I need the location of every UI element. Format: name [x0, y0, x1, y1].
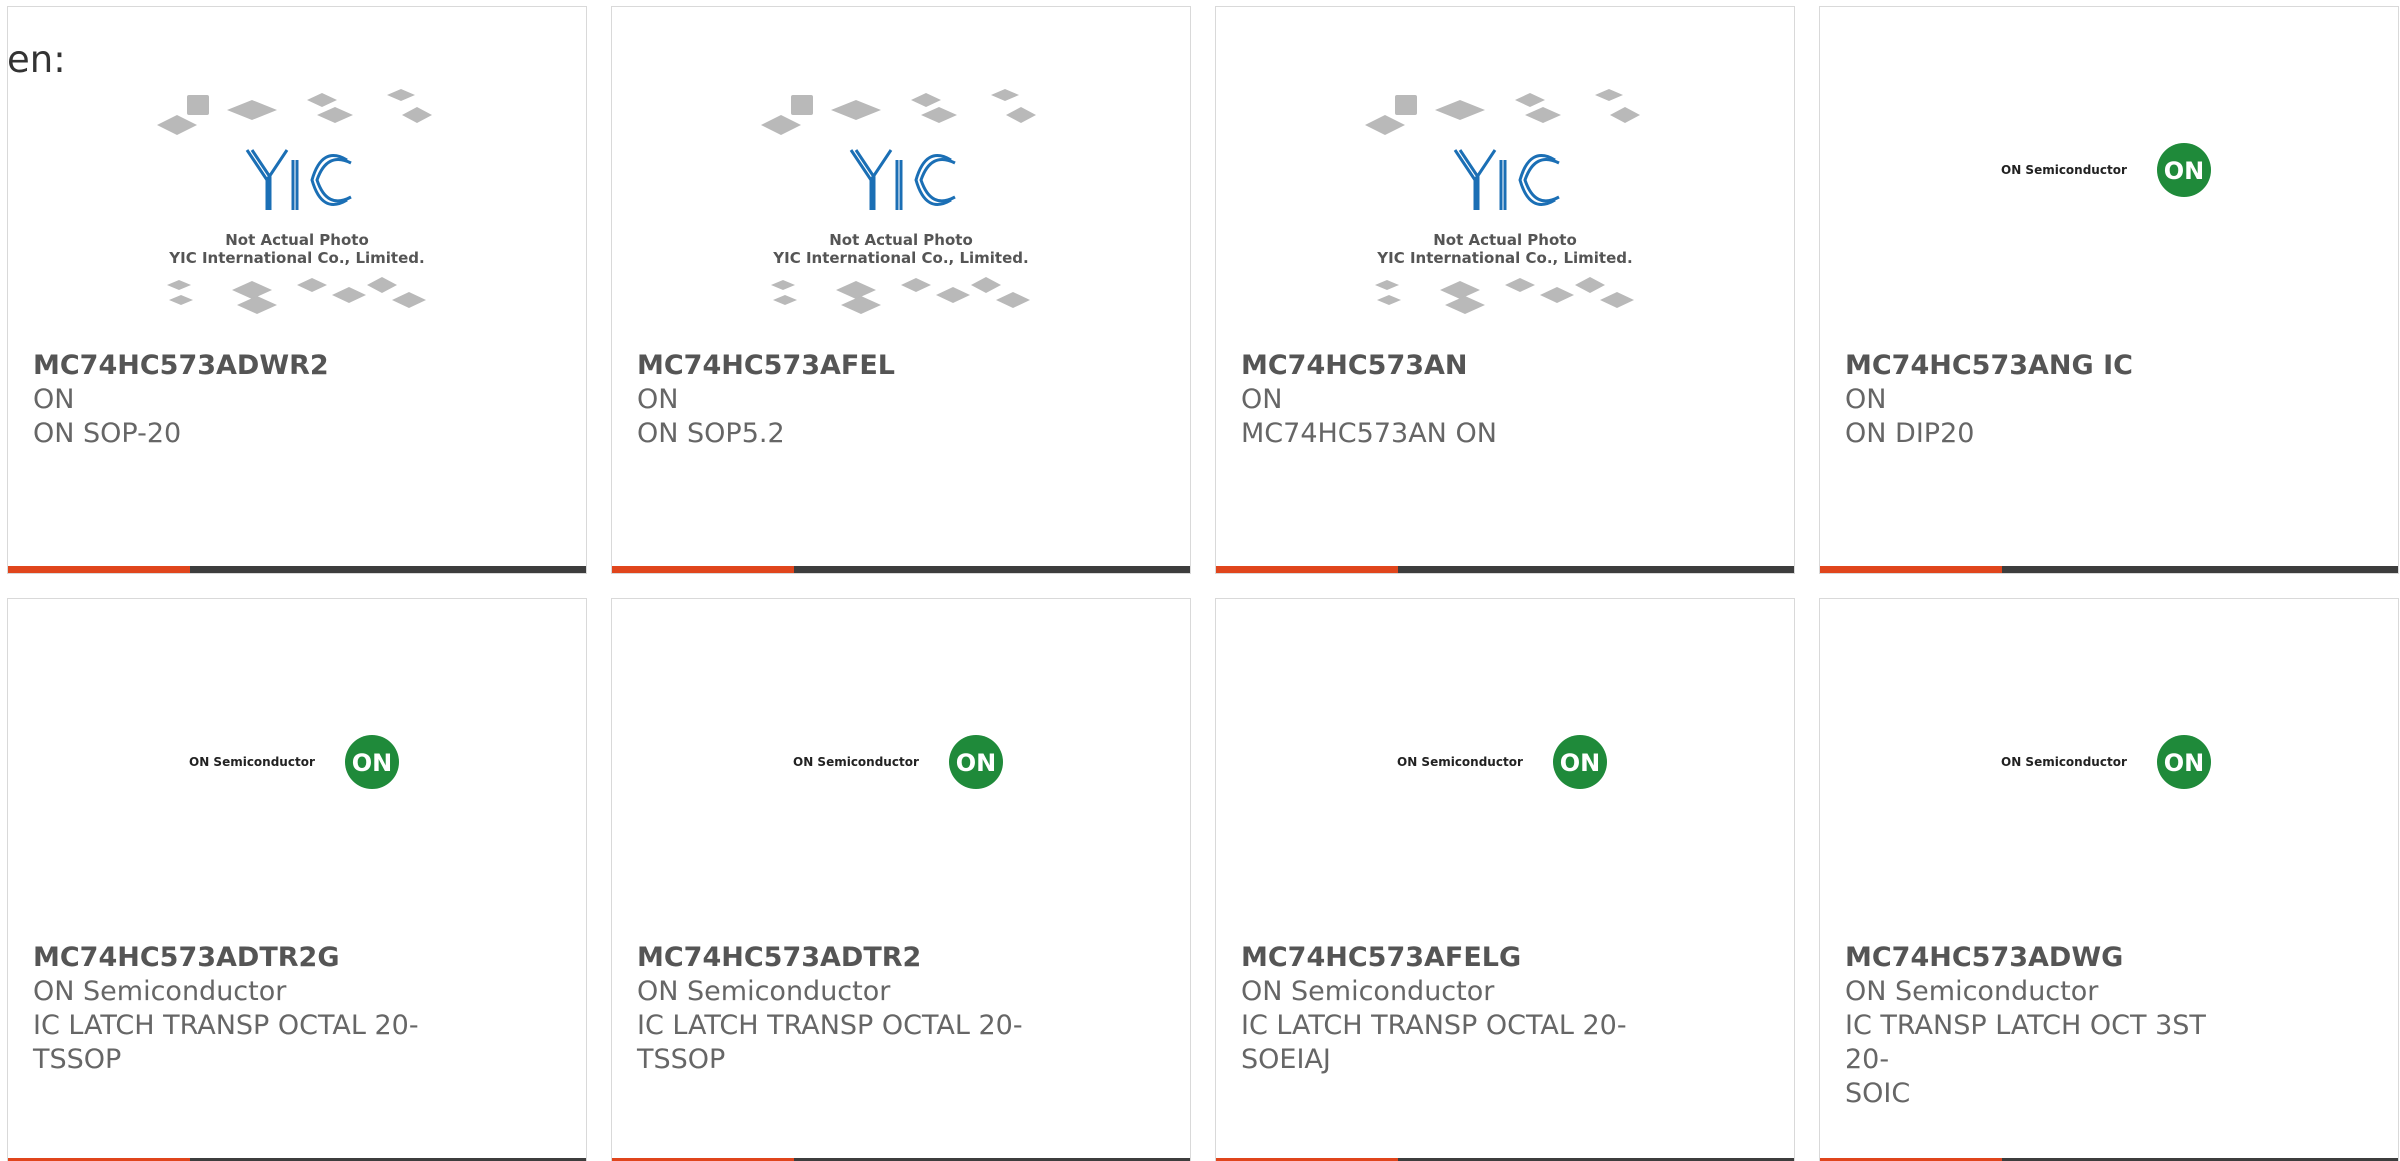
product-description-cont: SOIC	[1845, 1078, 1911, 1109]
language-label: en:	[7, 38, 66, 81]
on-badge: ON	[2164, 749, 2205, 777]
product-image[interactable]: ON Semiconductor ON	[1216, 599, 1794, 944]
product-title[interactable]: MC74HC573ANG IC	[1845, 349, 2245, 383]
on-badge: ON	[1560, 749, 1601, 777]
on-semiconductor-logo: ON Semiconductor ON	[793, 734, 1003, 789]
product-image[interactable]: Not Actual Photo YIC International Co., …	[1216, 7, 1794, 352]
product-title[interactable]: MC74HC573AFEL	[637, 349, 1037, 383]
product-description: ON DIP20	[1845, 418, 1975, 449]
product-grid: Not Actual Photo YIC International Co., …	[7, 6, 2400, 1161]
product-title[interactable]: MC74HC573AN	[1241, 349, 1641, 383]
card-bottom-accent	[8, 566, 190, 573]
product-title[interactable]: MC74HC573ADWG	[1845, 941, 2245, 975]
product-card[interactable]: Not Actual Photo YIC International Co., …	[1215, 6, 1795, 574]
yic-placeholder-image: Not Actual Photo YIC International Co., …	[157, 88, 432, 314]
placeholder-line2: YIC International Co., Limited.	[1376, 249, 1632, 267]
on-wordmark: ON Semiconductor	[793, 755, 919, 769]
product-image[interactable]: ON Semiconductor ON	[1820, 599, 2398, 944]
placeholder-line1: Not Actual Photo	[225, 231, 369, 249]
placeholder-line2: YIC International Co., Limited.	[168, 249, 424, 267]
product-card[interactable]: ON Semiconductor ON MC74HC573ANG IC ON O…	[1819, 6, 2399, 574]
product-description: IC LATCH TRANSP OCTAL 20-	[33, 1010, 419, 1041]
on-wordmark: ON Semiconductor	[189, 755, 315, 769]
product-image[interactable]: ON Semiconductor ON	[1820, 7, 2398, 352]
product-description: IC TRANSP LATCH OCT 3ST 20-	[1845, 1010, 2206, 1075]
product-info: MC74HC573AFELG ON Semiconductor IC LATCH…	[1241, 941, 1641, 1077]
product-manufacturer: ON	[637, 384, 679, 415]
product-card[interactable]: ON Semiconductor ON MC74HC573ADTR2G ON S…	[7, 598, 587, 1161]
product-card[interactable]: ON Semiconductor ON MC74HC573AFELG ON Se…	[1215, 598, 1795, 1161]
product-description-cont: SOEIAJ	[1241, 1044, 1331, 1075]
product-title[interactable]: MC74HC573AFELG	[1241, 941, 1641, 975]
product-manufacturer: ON	[33, 384, 75, 415]
product-info: MC74HC573ADTR2 ON Semiconductor IC LATCH…	[637, 941, 1037, 1077]
card-bottom-accent	[1216, 566, 1398, 573]
product-manufacturer: ON Semiconductor	[33, 976, 287, 1007]
product-card[interactable]: Not Actual Photo YIC International Co., …	[7, 6, 587, 574]
yic-placeholder-image: Not Actual Photo YIC International Co., …	[761, 88, 1036, 314]
placeholder-line1: Not Actual Photo	[1433, 231, 1577, 249]
on-wordmark: ON Semiconductor	[1397, 755, 1523, 769]
product-info: MC74HC573ANG IC ON ON DIP20	[1845, 349, 2245, 451]
product-info: MC74HC573ADWR2 ON ON SOP-20	[33, 349, 433, 451]
on-badge: ON	[956, 749, 997, 777]
on-wordmark: ON Semiconductor	[2001, 163, 2127, 177]
product-description-cont: TSSOP	[33, 1044, 122, 1075]
on-badge: ON	[2164, 157, 2205, 185]
card-bottom-accent	[1820, 566, 2002, 573]
product-card[interactable]: ON Semiconductor ON MC74HC573ADWG ON Sem…	[1819, 598, 2399, 1161]
on-semiconductor-logo: ON Semiconductor ON	[2001, 142, 2211, 197]
product-description: ON SOP5.2	[637, 418, 785, 449]
product-description: IC LATCH TRANSP OCTAL 20-	[637, 1010, 1023, 1041]
product-manufacturer: ON	[1241, 384, 1283, 415]
product-title[interactable]: MC74HC573ADWR2	[33, 349, 433, 383]
product-image[interactable]: Not Actual Photo YIC International Co., …	[612, 7, 1190, 352]
product-info: MC74HC573AN ON MC74HC573AN ON	[1241, 349, 1641, 451]
placeholder-line2: YIC International Co., Limited.	[772, 249, 1028, 267]
product-description: ON SOP-20	[33, 418, 182, 449]
product-description: MC74HC573AN ON	[1241, 418, 1497, 449]
placeholder-line1: Not Actual Photo	[829, 231, 973, 249]
product-info: MC74HC573ADTR2G ON Semiconductor IC LATC…	[33, 941, 433, 1077]
product-image[interactable]: Not Actual Photo YIC International Co., …	[8, 7, 586, 352]
product-info: MC74HC573AFEL ON ON SOP5.2	[637, 349, 1037, 451]
product-manufacturer: ON Semiconductor	[1241, 976, 1495, 1007]
card-bottom-accent	[612, 566, 794, 573]
product-description: IC LATCH TRANSP OCTAL 20-	[1241, 1010, 1627, 1041]
product-title[interactable]: MC74HC573ADTR2G	[33, 941, 433, 975]
on-semiconductor-logo: ON Semiconductor ON	[1397, 734, 1607, 789]
on-semiconductor-logo: ON Semiconductor ON	[189, 734, 399, 789]
on-badge: ON	[352, 749, 393, 777]
product-manufacturer: ON Semiconductor	[637, 976, 891, 1007]
product-description-cont: TSSOP	[637, 1044, 726, 1075]
product-card[interactable]: Not Actual Photo YIC International Co., …	[611, 6, 1191, 574]
product-image[interactable]: ON Semiconductor ON	[8, 599, 586, 944]
page: en: Not Actual Photo YIC International C…	[0, 0, 2400, 1161]
product-info: MC74HC573ADWG ON Semiconductor IC TRANSP…	[1845, 941, 2245, 1111]
on-semiconductor-logo: ON Semiconductor ON	[2001, 734, 2211, 789]
product-manufacturer: ON Semiconductor	[1845, 976, 2099, 1007]
product-manufacturer: ON	[1845, 384, 1887, 415]
on-wordmark: ON Semiconductor	[2001, 755, 2127, 769]
product-title[interactable]: MC74HC573ADTR2	[637, 941, 1037, 975]
yic-placeholder-image: Not Actual Photo YIC International Co., …	[1365, 88, 1640, 314]
product-card[interactable]: ON Semiconductor ON MC74HC573ADTR2 ON Se…	[611, 598, 1191, 1161]
product-image[interactable]: ON Semiconductor ON	[612, 599, 1190, 944]
